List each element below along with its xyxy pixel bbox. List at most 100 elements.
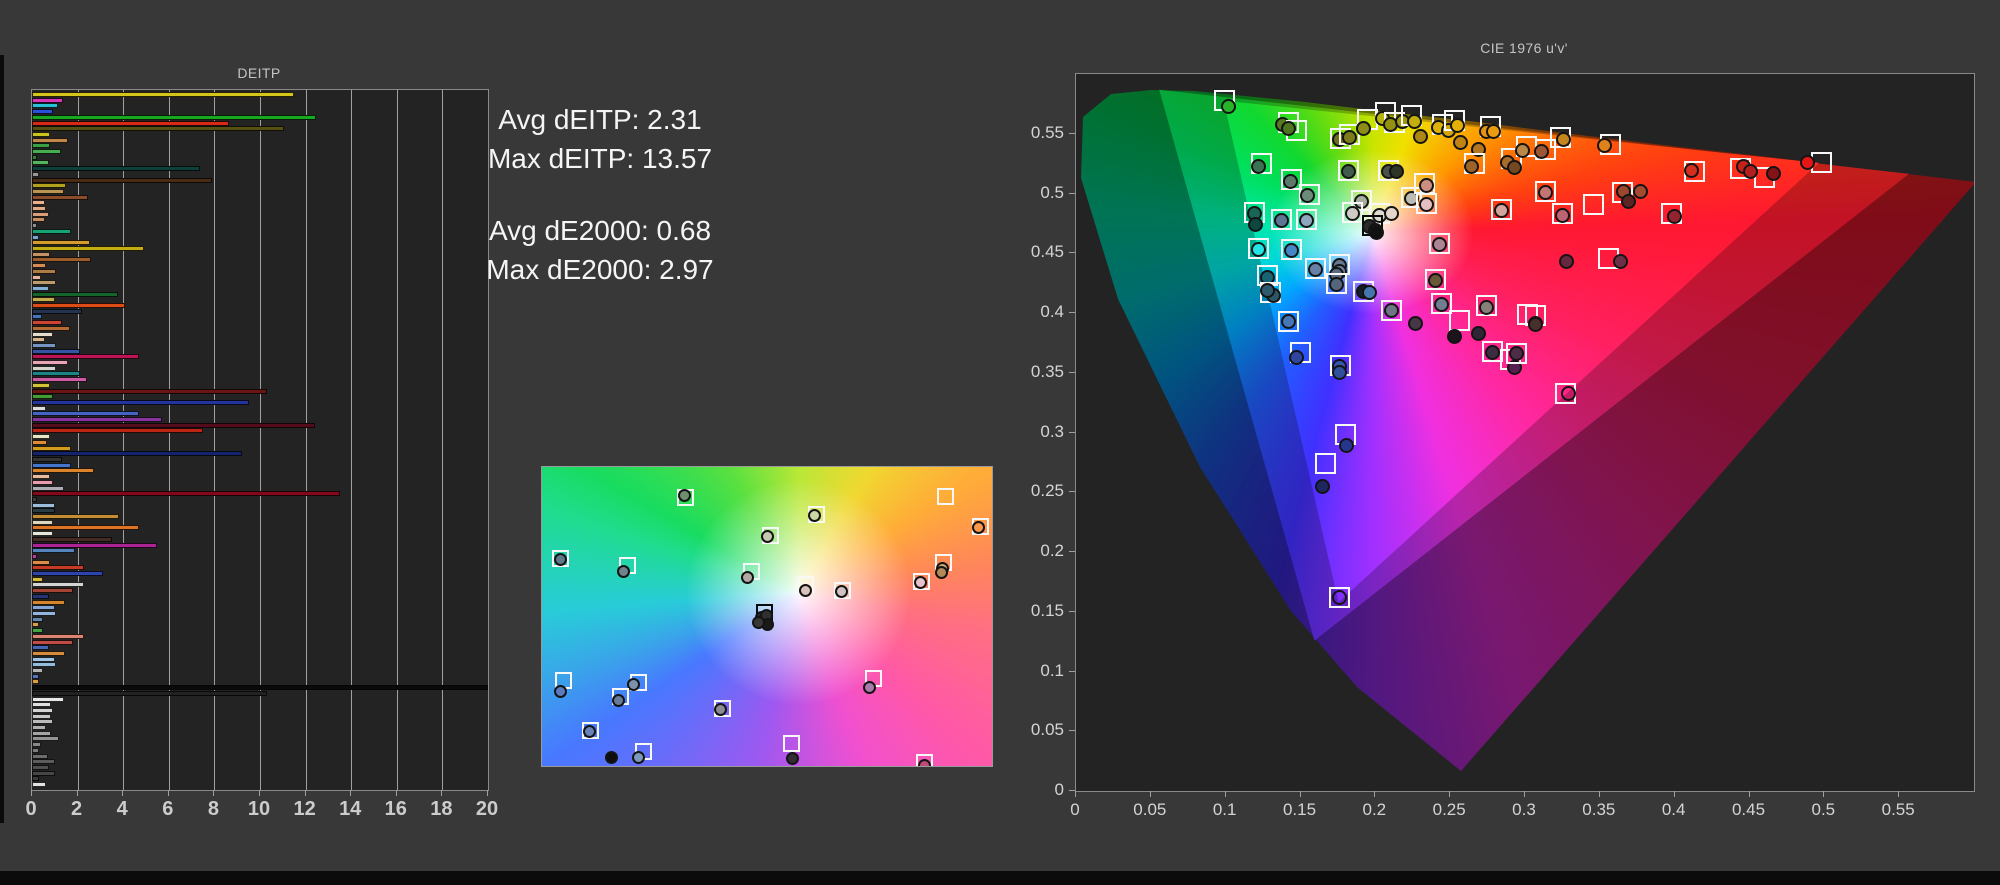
deitp-bar xyxy=(32,531,53,537)
target-square xyxy=(1448,309,1470,331)
deitp-bar xyxy=(32,496,37,502)
cie-y-tickmark xyxy=(1069,730,1075,732)
avg-de2000-value: Avg dE2000: 0.68 xyxy=(488,215,712,246)
deitp-bar xyxy=(32,776,39,782)
deitp-bar xyxy=(32,719,53,725)
deitp-bar xyxy=(32,399,249,405)
deitp-bar xyxy=(32,616,44,622)
deitp-bar xyxy=(32,668,44,674)
measured-point xyxy=(1484,344,1500,360)
cie-x-tickmark xyxy=(1898,791,1900,797)
deitp-bar xyxy=(32,451,242,457)
deitp-x-tickmark xyxy=(395,790,397,796)
deitp-bar xyxy=(32,673,39,679)
deitp-x-tickmark xyxy=(259,790,260,796)
deitp-x-tick-label: 0 xyxy=(25,798,37,820)
cie-x-tick-label: 0.45 xyxy=(1731,800,1766,819)
deitp-bar xyxy=(32,548,76,554)
measured-point xyxy=(752,615,766,629)
deitp-bar xyxy=(32,628,44,634)
measured-point xyxy=(1560,385,1576,401)
deitp-x-tick-label: 10 xyxy=(247,798,271,820)
deitp-x-tick-label: 12 xyxy=(293,798,316,820)
deitp-x-tick-label: 16 xyxy=(384,798,407,820)
cie-x-tick-label: 0.1 xyxy=(1212,800,1237,819)
measured-point xyxy=(1514,142,1530,158)
deitp-bar xyxy=(32,382,51,388)
deitp-bar xyxy=(32,542,158,548)
deitp-x-tick-label: 14 xyxy=(339,798,362,820)
max-deitp-value: Max dEITP: 13.57 xyxy=(487,143,713,174)
cie-x-tick-label: 0.35 xyxy=(1582,800,1616,819)
deitp-bar xyxy=(32,337,45,343)
measured-point xyxy=(934,566,948,580)
measured-point xyxy=(785,751,799,765)
measured-point xyxy=(1478,299,1494,315)
deitp-bar xyxy=(32,502,55,508)
avg-deitp-value: Avg dEITP: 2.31 xyxy=(498,104,702,135)
target-square xyxy=(782,734,800,752)
deitp-bar xyxy=(32,605,55,611)
deitp-x-tickmark xyxy=(487,790,488,796)
deitp-bar xyxy=(32,571,103,577)
measured-point xyxy=(1273,213,1289,229)
measured-point xyxy=(1596,138,1612,154)
cie-y-tick-label: 0.3 xyxy=(1040,421,1064,441)
deitp-bar xyxy=(32,753,48,759)
deitp-bar xyxy=(32,553,37,559)
deitp-x-tickmark xyxy=(441,790,443,796)
measured-point xyxy=(1507,159,1523,175)
deitp-bar xyxy=(32,251,51,257)
cie-x-tick-label: 0.15 xyxy=(1282,800,1317,819)
measured-point xyxy=(1554,207,1570,223)
deitp-bar xyxy=(32,736,60,742)
deitp-bar xyxy=(32,725,46,731)
deitp-bar xyxy=(32,331,53,337)
cie-x-tickmark xyxy=(1823,791,1825,797)
cie-x-tick-label: 0 xyxy=(1070,800,1080,819)
deitp-bar xyxy=(32,320,62,326)
deitp-bar xyxy=(32,103,59,109)
cie-x-tickmark xyxy=(1299,791,1301,797)
deitp-bar xyxy=(32,645,50,651)
cie-x-tickmark xyxy=(1149,791,1151,797)
deitp-bar xyxy=(32,177,213,183)
cie-y-tickmark xyxy=(1069,431,1075,433)
deitp-bar xyxy=(32,280,56,286)
deitp-bar xyxy=(32,742,42,748)
cie-y-tick-label: 0.05 xyxy=(1030,720,1064,740)
deitp-bar xyxy=(32,194,88,200)
deitp-bar xyxy=(32,462,71,468)
measured-point xyxy=(1450,117,1466,133)
target-square xyxy=(1583,193,1605,215)
deitp-bar xyxy=(32,188,64,194)
deitp-bar xyxy=(32,297,55,303)
deitp-bar xyxy=(32,268,56,274)
deitp-bar xyxy=(32,747,39,753)
gamut-plane-chart xyxy=(541,466,993,767)
deitp-bar xyxy=(32,662,56,668)
cie-y-tick-label: 0.2 xyxy=(1040,541,1064,560)
cie-chart-title: CIE 1976 u'v' xyxy=(1480,40,1568,56)
cie-x-tick-label: 0.25 xyxy=(1432,800,1466,819)
deitp-bar xyxy=(32,291,118,297)
measured-point xyxy=(1406,114,1422,130)
cie-x-tickmark xyxy=(1748,791,1750,797)
deitp-bar xyxy=(32,131,51,137)
deitp-bar xyxy=(32,525,140,531)
cie-y-tick-label: 0.15 xyxy=(1030,600,1064,620)
cie-y-tick-label: 0 xyxy=(1054,780,1064,799)
deitp-bar xyxy=(32,257,92,263)
deitp-bar xyxy=(32,759,55,765)
cie-1976-uv-chart xyxy=(1075,73,1975,792)
cie-x-tick-label: 0.55 xyxy=(1881,800,1915,819)
deitp-x-tick-label: 8 xyxy=(207,798,219,820)
measured-point xyxy=(1433,297,1449,313)
deitp-x-tickmark xyxy=(350,790,352,796)
measured-point xyxy=(1765,165,1781,181)
measured-point xyxy=(1453,134,1469,150)
measured-point xyxy=(617,565,631,579)
deitp-x-tickmark xyxy=(31,790,32,796)
measured-point xyxy=(1281,313,1297,329)
deitp-x-tick-label: 6 xyxy=(162,798,174,820)
